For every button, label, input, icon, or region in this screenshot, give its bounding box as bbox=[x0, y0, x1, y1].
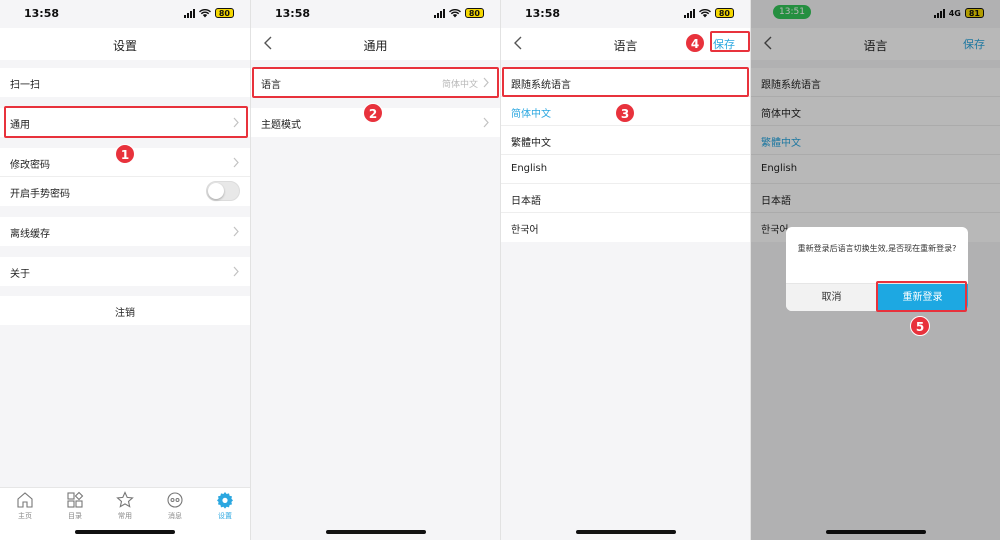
settings-item-general[interactable]: 通用 bbox=[0, 108, 250, 137]
language-option-korean[interactable]: 한국어 bbox=[501, 213, 750, 242]
signal-icon bbox=[683, 8, 695, 18]
message-icon bbox=[167, 492, 183, 508]
tab-label: 目录 bbox=[68, 512, 82, 520]
chevron-right-icon bbox=[483, 77, 489, 88]
home-icon bbox=[17, 492, 33, 508]
signal-icon bbox=[433, 8, 445, 18]
status-time: 13:58 bbox=[525, 7, 561, 20]
home-indicator bbox=[75, 530, 175, 534]
language-option-label: 繁體中文 bbox=[511, 138, 551, 149]
star-icon bbox=[116, 491, 134, 508]
general-item-label: 主题模式 bbox=[261, 120, 301, 131]
wifi-icon bbox=[448, 8, 461, 17]
current-language-value: 简体中文 bbox=[441, 80, 478, 90]
status-bar: 13:58 80 bbox=[501, 0, 750, 28]
battery-indicator: 80 bbox=[214, 8, 234, 18]
status-time: 13:58 bbox=[24, 7, 60, 20]
language-screen: 13:58 80 语言 保存 跟随系统语言 简体中文 繁體中文 English … bbox=[500, 0, 750, 540]
status-bar: 13:58 80 bbox=[0, 0, 250, 28]
language-option-label: 简体中文 bbox=[511, 109, 551, 120]
chevron-right-icon bbox=[483, 117, 489, 128]
tab-home[interactable]: 主页 bbox=[0, 488, 50, 540]
gesture-password-toggle[interactable] bbox=[206, 181, 240, 201]
wifi-icon bbox=[198, 8, 211, 17]
settings-item-label: 离线缓存 bbox=[10, 229, 50, 240]
language-option-label: 日本語 bbox=[511, 196, 541, 207]
general-item-label: 语言 bbox=[261, 80, 281, 91]
language-option-system[interactable]: 跟随系统语言 bbox=[501, 68, 750, 97]
general-screen: 13:58 80 通用 语言 简体中文 主题模式 2 bbox=[250, 0, 500, 540]
home-indicator bbox=[576, 530, 676, 534]
dialog-relogin-button[interactable]: 重新登录 bbox=[877, 284, 968, 311]
wifi-icon bbox=[698, 8, 711, 17]
tab-settings[interactable]: 设置 bbox=[200, 488, 250, 540]
settings-screen: 13:58 80 设置 扫一扫 通用 修改密码 开启手势密码 离线缓存 关于 注… bbox=[0, 0, 250, 540]
chevron-right-icon bbox=[233, 226, 239, 237]
tab-label: 主页 bbox=[18, 512, 32, 520]
page-title: 设置 bbox=[112, 39, 137, 53]
chevron-right-icon bbox=[233, 266, 239, 277]
language-option-japanese[interactable]: 日本語 bbox=[501, 184, 750, 213]
logout-label: 注销 bbox=[115, 308, 135, 319]
step-badge: 1 bbox=[115, 144, 135, 164]
nav-bar: 通用 bbox=[251, 28, 500, 60]
tab-label: 消息 bbox=[168, 512, 182, 520]
gear-icon bbox=[217, 492, 233, 509]
settings-item-label: 通用 bbox=[10, 120, 30, 131]
settings-item-label: 关于 bbox=[10, 269, 30, 280]
chevron-right-icon bbox=[233, 157, 239, 168]
step-badge: 3 bbox=[615, 103, 635, 123]
save-button[interactable]: 保存 bbox=[708, 35, 740, 53]
dialog-cancel-button[interactable]: 取消 bbox=[786, 284, 877, 311]
dialog-message: 重新登录后语言切换生效,是否现在重新登录? bbox=[797, 244, 957, 253]
language-option-label: 한국어 bbox=[511, 225, 539, 236]
relogin-dialog: 重新登录后语言切换生效,是否现在重新登录? 取消 重新登录 bbox=[786, 227, 968, 311]
tab-label: 常用 bbox=[118, 512, 132, 520]
settings-item-offline-cache[interactable]: 离线缓存 bbox=[0, 217, 250, 246]
settings-item-label: 修改密码 bbox=[10, 160, 50, 171]
signal-icon bbox=[183, 8, 195, 18]
home-indicator bbox=[326, 530, 426, 534]
language-confirm-screen: 13:51 4G 81 语言 保存 跟随系统语言 简体中文 繁體中文 Engli… bbox=[750, 0, 1000, 540]
language-option-english[interactable]: English bbox=[501, 155, 750, 184]
step-badge: 2 bbox=[363, 103, 383, 123]
language-option-traditional-chinese[interactable]: 繁體中文 bbox=[501, 126, 750, 155]
catalog-icon bbox=[67, 491, 84, 508]
general-item-language[interactable]: 语言 简体中文 bbox=[251, 68, 500, 97]
logout-button[interactable]: 注销 bbox=[0, 296, 250, 325]
chevron-right-icon bbox=[233, 117, 239, 128]
settings-item-label: 扫一扫 bbox=[10, 80, 40, 91]
page-title: 通用 bbox=[363, 39, 388, 53]
settings-item-label: 开启手势密码 bbox=[10, 189, 70, 200]
battery-indicator: 80 bbox=[714, 8, 734, 18]
nav-bar: 语言 保存 bbox=[501, 28, 750, 60]
status-time: 13:58 bbox=[275, 7, 311, 20]
settings-item-about[interactable]: 关于 bbox=[0, 257, 250, 286]
tab-label: 设置 bbox=[218, 512, 232, 520]
settings-item-scan[interactable]: 扫一扫 bbox=[0, 68, 250, 97]
step-badge: 4 bbox=[685, 33, 705, 53]
step-badge: 5 bbox=[910, 316, 930, 336]
nav-bar: 设置 bbox=[0, 28, 250, 60]
language-option-label: 跟随系统语言 bbox=[511, 80, 571, 91]
status-bar: 13:58 80 bbox=[251, 0, 500, 28]
battery-indicator: 80 bbox=[464, 8, 484, 18]
settings-item-gesture-password: 开启手势密码 bbox=[0, 177, 250, 206]
language-option-label: English bbox=[511, 163, 548, 174]
